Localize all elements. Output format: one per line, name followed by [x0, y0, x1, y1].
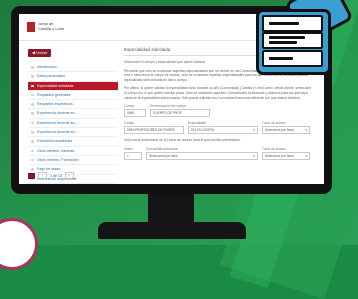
next-page-button[interactable]: › [65, 172, 74, 180]
sidebar-item[interactable]: Otros méritos / Idiomas [28, 147, 118, 156]
orden-label: Orden [124, 146, 133, 151]
cuerpo-label: Cuerpo [124, 104, 135, 109]
monitor-base [98, 222, 246, 239]
sidebar-item[interactable]: Experiencia docente en... [28, 119, 118, 129]
sidebar-item[interactable]: Experiencia docente en... [28, 128, 118, 138]
codigo-label: Código [124, 121, 135, 126]
card-strip [262, 15, 323, 32]
form-card-illustration [256, 9, 331, 75]
sidebar-item[interactable]: Datos personales [28, 72, 118, 82]
turno2-select[interactable]: Seleccione por favor ▾ [262, 151, 310, 160]
cuerpo-row: Cuerpo 0590 Denominación del cuerpo CUER… [124, 104, 314, 118]
info-paragraph: Por último, si quiere solicitar la espec… [124, 86, 312, 100]
prev-page-button[interactable]: ‹ [38, 172, 47, 180]
orden-field[interactable]: 1 [124, 151, 142, 160]
card-strip [262, 32, 323, 49]
logo-text-line2: Castilla y León [38, 26, 65, 31]
cuerpo-name-label: Denominación del cuerpo [150, 104, 187, 109]
sidebar-item[interactable]: Introducción [28, 63, 118, 73]
pagination: ‹ 1 de 13 › [28, 172, 74, 180]
first-page-button[interactable] [28, 173, 35, 179]
chevron-down-icon: ▾ [305, 128, 307, 133]
turno-label: Turno de acceso [262, 121, 286, 126]
ccaa-row: Orden 1 Comunidad Autónoma Seleccione po… [124, 147, 314, 160]
sidebar-item[interactable]: Experiencia docente en... [28, 109, 118, 119]
monitor-stand [148, 194, 194, 224]
step-sidebar: Introducción Datos personales Especialid… [28, 63, 118, 184]
chevron-down-icon: ▾ [253, 153, 255, 158]
chevron-down-icon: ▾ [305, 153, 307, 158]
ccaa-label: Comunidad Autónoma [146, 146, 178, 151]
especialidad-row: Código 0590-PROFESORES DE ENSEÑ Especial… [124, 121, 314, 135]
card-strip [262, 50, 323, 67]
cuerpo-name-field[interactable]: CUERPO DE PROF. [150, 109, 210, 118]
sidebar-item[interactable]: Otros méritos / Formación [28, 156, 118, 166]
back-button[interactable]: ◀ Volver [28, 49, 52, 57]
sidebar-item-active[interactable]: Especialidad solicitada [28, 81, 118, 91]
chevron-down-icon: ▾ [253, 128, 255, 133]
sidebar-item[interactable]: Requisitos generales [28, 91, 118, 101]
turno-select[interactable]: Seleccione por favor ▾ [262, 126, 310, 135]
especialidad-label: Especialidad [188, 121, 207, 126]
ccaa-select[interactable]: Seleccione por favor ▾ [146, 151, 258, 160]
sidebar-item[interactable]: Formación académica [28, 137, 118, 147]
page-indicator: 1 de 13 [50, 174, 62, 178]
sidebar-item[interactable]: Requisitos específicos [28, 100, 118, 110]
brand-logo: Junta de Castilla y León [27, 22, 64, 32]
turno-note: Sólo puede seleccionar un (1) turno de a… [124, 138, 241, 143]
coat-of-arms-icon [27, 22, 35, 32]
turno2-label: Turno de acceso [262, 146, 286, 151]
especialidad-select[interactable]: 001-FILOSOFÍA ▾ [188, 126, 258, 135]
cuerpo-field[interactable]: 0590 [124, 109, 146, 118]
codigo-field[interactable]: 0590-PROFESORES DE ENSEÑ [124, 126, 184, 135]
